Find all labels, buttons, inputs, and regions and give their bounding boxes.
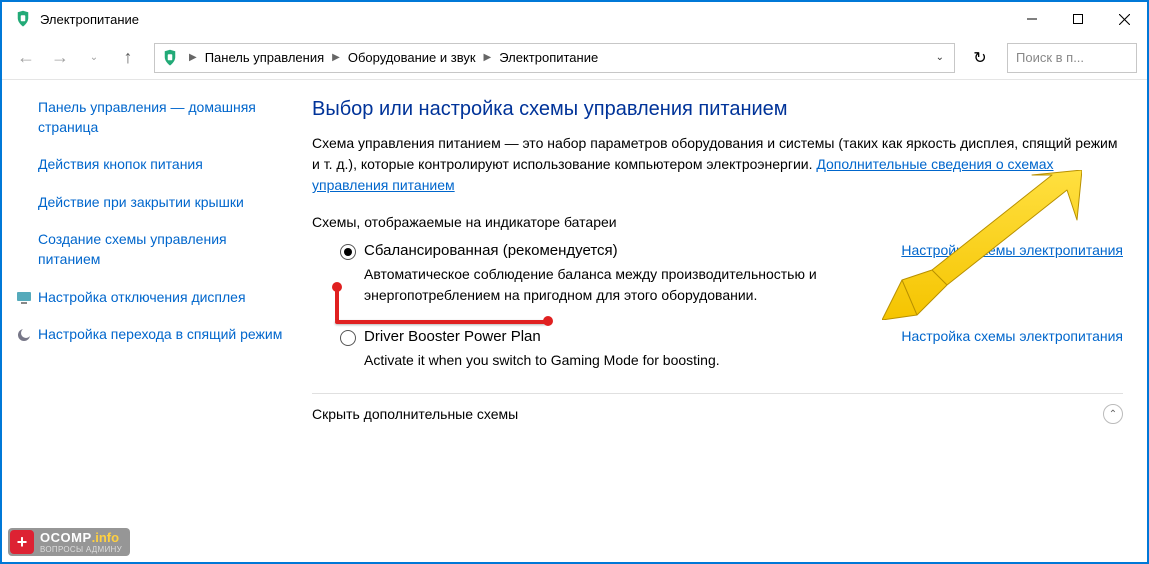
radio-balanced[interactable] (340, 244, 356, 260)
plan-name: Driver Booster Power Plan (364, 328, 541, 345)
control-panel-home-link[interactable]: Панель управления — домашняя страница (38, 98, 292, 137)
moon-icon (16, 327, 32, 343)
annotation-mark (543, 316, 553, 326)
monitor-icon (16, 290, 32, 306)
power-plan-row: Сбалансированная (рекомендуется) Настрой… (312, 242, 1123, 260)
minimize-button[interactable] (1009, 4, 1055, 34)
hide-additional-plans[interactable]: Скрыть дополнительные схемы ⌃ (312, 393, 1123, 424)
refresh-button[interactable]: ↻ (965, 43, 995, 73)
annotation-mark (332, 282, 342, 292)
recent-dropdown[interactable]: ⌄ (80, 44, 108, 72)
navbar: ← → ⌄ ↑ ▶ Панель управления ▶ Оборудован… (2, 36, 1147, 80)
breadcrumb-item[interactable]: Панель управления (203, 48, 326, 67)
annotation-mark (335, 320, 547, 324)
maximize-button[interactable] (1055, 4, 1101, 34)
forward-button[interactable]: → (46, 44, 74, 72)
chevron-up-icon[interactable]: ⌃ (1103, 404, 1123, 424)
page-title: Выбор или настройка схемы управления пит… (312, 98, 1123, 121)
sidebar-link-sleep[interactable]: Настройка перехода в спящий режим (38, 325, 282, 345)
breadcrumb-item[interactable]: Электропитание (497, 48, 600, 67)
watermark-icon: + (10, 530, 34, 554)
change-plan-settings-link[interactable]: Настройка схемы электропитания (901, 242, 1123, 258)
sidebar-link[interactable]: Действие при закрытии крышки (38, 193, 292, 213)
sidebar-link-display-off[interactable]: Настройка отключения дисплея (38, 288, 246, 308)
close-button[interactable] (1101, 4, 1147, 34)
chevron-right-icon[interactable]: ▶ (326, 52, 346, 63)
plan-description: Activate it when you switch to Gaming Mo… (312, 350, 1123, 371)
search-placeholder: Поиск в п... (1016, 50, 1084, 65)
power-options-icon (161, 49, 179, 67)
main-content: Выбор или настройка схемы управления пит… (312, 80, 1147, 562)
back-button[interactable]: ← (12, 44, 40, 72)
sidebar: Панель управления — домашняя страница Де… (2, 80, 312, 562)
change-plan-settings-link[interactable]: Настройка схемы электропитания (901, 328, 1123, 344)
page-description: Схема управления питанием — это набор па… (312, 133, 1123, 196)
sidebar-link[interactable]: Действия кнопок питания (38, 155, 292, 175)
sidebar-link[interactable]: Создание схемы управления питанием (38, 230, 292, 269)
chevron-right-icon[interactable]: ▶ (478, 52, 498, 63)
watermark: + OCOMP.info ВОПРОСЫ АДМИНУ (8, 528, 130, 556)
search-input[interactable]: Поиск в п... (1007, 43, 1137, 73)
plan-name: Сбалансированная (рекомендуется) (364, 242, 618, 259)
breadcrumb[interactable]: ▶ Панель управления ▶ Оборудование и зву… (154, 43, 955, 73)
section-header: Схемы, отображаемые на индикаторе батаре… (312, 214, 1123, 230)
plan-description: Автоматическое соблюдение баланса между … (312, 264, 1123, 306)
up-button[interactable]: ↑ (114, 44, 142, 72)
titlebar: Электропитание (2, 2, 1147, 36)
chevron-right-icon[interactable]: ▶ (183, 52, 203, 63)
power-plan-row: Driver Booster Power Plan Настройка схем… (312, 328, 1123, 346)
power-options-icon (14, 10, 32, 28)
breadcrumb-item[interactable]: Оборудование и звук (346, 48, 478, 67)
breadcrumb-dropdown[interactable]: ⌄ (930, 52, 950, 63)
radio-driver-booster[interactable] (340, 330, 356, 346)
window-title: Электропитание (40, 12, 139, 27)
